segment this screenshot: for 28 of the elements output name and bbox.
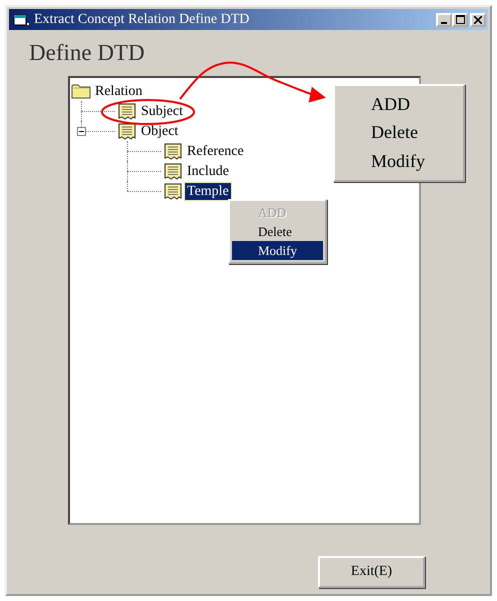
window-icon (13, 12, 29, 26)
document-icon (163, 162, 183, 180)
menu-item[interactable]: Delete (337, 122, 461, 144)
menu-item[interactable]: Modify (232, 241, 323, 260)
document-icon (117, 102, 137, 120)
folder-icon (71, 83, 91, 99)
document-icon (163, 142, 183, 160)
tree-item[interactable]: Temple (185, 182, 231, 200)
maximize-icon (456, 15, 464, 24)
collapse-icon[interactable] (77, 127, 86, 136)
page-heading: Define DTD (29, 40, 145, 66)
tree-item[interactable]: Include (185, 162, 231, 180)
window-title: Extract Concept Relation Define DTD (34, 12, 250, 28)
menu-item[interactable]: ADD (337, 94, 461, 115)
close-icon (474, 16, 482, 24)
tree-item[interactable]: Object (139, 122, 180, 140)
maximize-button[interactable] (452, 12, 468, 26)
menu-item[interactable]: Delete (232, 222, 323, 241)
tree-item[interactable]: Reference (185, 142, 246, 160)
document-icon (163, 182, 183, 200)
close-button[interactable] (470, 12, 486, 26)
tree-item[interactable]: Subject (139, 102, 185, 120)
document-icon (117, 122, 137, 140)
minimize-button[interactable] (436, 12, 452, 26)
menu-item[interactable]: Modify (337, 151, 461, 172)
minimize-icon (441, 22, 447, 24)
exit-button[interactable]: Exit(E) (318, 556, 425, 588)
tree-item[interactable]: Relation (93, 82, 144, 100)
